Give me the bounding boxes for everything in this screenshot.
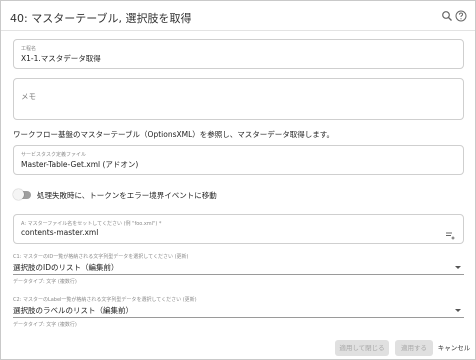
memo-placeholder: メモ — [21, 92, 36, 101]
description-text: ワークフロー基盤のマスターテーブル（OptionsXML）を参照し、マスターデー… — [13, 130, 335, 139]
step-name-field[interactable]: 工程名 X1-1.マスタデータ取得 — [13, 39, 464, 69]
search-icon[interactable] — [441, 10, 453, 22]
error-boundary-label: 処理失敗時に、トークンをエラー境界イベントに移動 — [37, 191, 217, 200]
master-file-value: contents-master.xml — [21, 228, 99, 237]
master-file-label: A: マスターファイル名をセットしてください (例 "foo.xml") * — [21, 221, 162, 227]
select-c2-helper: データタイプ: 文字 (複数行) — [13, 322, 77, 328]
select-c2[interactable]: 選択肢のラベルのリスト（編集前） — [13, 304, 464, 318]
select-c1-value: 選択肢のIDのリスト（編集前） — [13, 263, 119, 272]
step-name-value: X1-1.マスタデータ取得 — [21, 54, 101, 63]
select-c2-value: 選択肢のラベルのリスト（編集前） — [13, 306, 133, 315]
select-c1-helper: データタイプ: 文字 (複数行) — [13, 279, 77, 285]
properties-dialog: 40: マスターテーブル, 選択肢を取得 工程名 X1-1.マスタデータ取得 メ… — [0, 0, 476, 360]
chevron-down-icon — [455, 309, 461, 312]
cancel-button[interactable]: キャンセル — [435, 340, 473, 356]
select-c1-label: C1: マスターのID一覧が格納される文字列型データを選択してください (更新) — [13, 254, 189, 260]
master-file-field[interactable]: A: マスターファイル名をセットしてください (例 "foo.xml") * c… — [13, 214, 464, 244]
dialog-title: 40: マスターテーブル, 選択肢を取得 — [10, 12, 192, 25]
chevron-down-icon — [455, 266, 461, 269]
apply-button[interactable]: 適用する — [395, 340, 433, 356]
service-task-label: サービスタスク定義ファイル — [21, 152, 87, 158]
help-icon[interactable] — [455, 10, 467, 22]
service-task-field: サービスタスク定義ファイル Master-Table-Get.xml (アドオン… — [13, 145, 464, 175]
select-c1[interactable]: 選択肢のIDのリスト（編集前） — [13, 261, 464, 275]
service-task-value: Master-Table-Get.xml (アドオン) — [21, 160, 139, 169]
step-name-label: 工程名 — [21, 46, 37, 52]
dialog-header: 40: マスターテーブル, 選択肢を取得 — [1, 1, 475, 31]
error-boundary-toggle[interactable] — [13, 189, 31, 200]
memo-field[interactable]: メモ — [13, 78, 464, 120]
apply-close-button[interactable]: 適用して閉じる — [335, 340, 389, 356]
toggle-knob — [13, 189, 24, 200]
edit-field-icon[interactable] — [445, 225, 455, 240]
select-c2-label: C2: マスターのLabel一覧が格納される文字列型データを選択してください (… — [13, 297, 197, 303]
